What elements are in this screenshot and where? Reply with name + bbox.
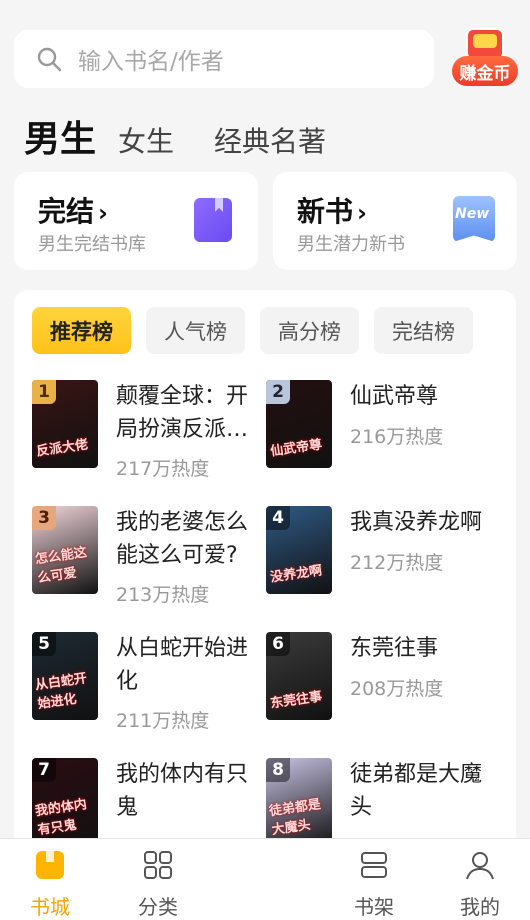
book-cover: 东莞往事 6 <box>266 632 332 720</box>
heat-count: 211万热度 <box>116 710 210 732</box>
book-item[interactable]: 徒弟都是大魔头 8 徒弟都是大魔头 <box>266 758 506 850</box>
bookshelf-icon <box>361 852 387 878</box>
rank-badge: 8 <box>266 758 290 782</box>
tab-female[interactable]: 女生 <box>118 120 174 160</box>
rank-badge: 5 <box>32 632 56 656</box>
cover-title-art: 仙武帝尊 <box>269 437 324 460</box>
cover-title-art: 没养龙啊 <box>269 563 324 586</box>
tab-top-rated-rank[interactable]: 高分榜 <box>260 307 359 354</box>
book-cover: 怎么能这么可爱 3 <box>32 506 98 594</box>
cover-title-art: 从白蛇开始进化 <box>34 671 88 713</box>
heat-count: 213万热度 <box>116 584 210 606</box>
book-item[interactable]: 从白蛇开始进化 5 从白蛇开始进化 211万热度 <box>32 632 272 732</box>
book-cover: 反派大佬 1 <box>32 380 98 468</box>
nav-label: 分类 <box>138 895 178 919</box>
nav-label: 我的 <box>460 895 500 919</box>
rank-badge: 3 <box>32 506 56 530</box>
earn-coins-button[interactable]: 赚金币 <box>450 26 520 92</box>
cover-title-art: 我的体内有只鬼 <box>34 797 88 839</box>
new-books-card[interactable]: 新书 › 男生潜力新书 New <box>273 172 517 270</box>
book-title: 仙武帝尊 <box>350 384 439 409</box>
heat-count: 216万热度 <box>350 426 444 448</box>
rank-badge: 4 <box>266 506 290 530</box>
search-icon <box>37 47 62 72</box>
nav-label: 书架 <box>354 895 394 919</box>
book-item[interactable]: 没养龙啊 4 我真没养龙啊 212万热度 <box>266 506 506 606</box>
search-input[interactable]: 输入书名/作者 <box>78 42 224 76</box>
book-icon <box>194 198 232 242</box>
heat-count: 217万热度 <box>116 458 210 480</box>
profile-icon <box>466 852 494 880</box>
heat-count: 212万热度 <box>350 552 444 574</box>
card-title: 新书 <box>297 195 354 228</box>
card-title: 完结 <box>38 195 95 228</box>
rank-badge: 7 <box>32 758 56 782</box>
chevron-right-icon: › <box>98 199 108 227</box>
book-cover: 仙武帝尊 2 <box>266 380 332 468</box>
book-cover: 从白蛇开始进化 5 <box>32 632 98 720</box>
cover-title-art: 反派大佬 <box>35 437 90 460</box>
tab-classics[interactable]: 经典名著 <box>214 120 326 160</box>
nav-profile[interactable]: 我的 <box>440 839 520 920</box>
bottom-nav: 书城 分类 书架 我的 <box>0 838 530 920</box>
search-bar[interactable]: 输入书名/作者 <box>14 30 434 88</box>
rank-badge: 1 <box>32 380 56 404</box>
completed-books-card[interactable]: 完结 › 男生完结书库 <box>14 172 258 270</box>
tab-male[interactable]: 男生 <box>24 110 96 162</box>
book-item[interactable]: 反派大佬 1 颠覆全球：开局扮演反派… 217万热度 <box>32 380 272 480</box>
book-item[interactable]: 东莞往事 6 东莞往事 208万热度 <box>266 632 506 732</box>
earn-coins-label: 赚金币 <box>452 56 518 86</box>
book-item[interactable]: 仙武帝尊 2 仙武帝尊 216万热度 <box>266 380 506 480</box>
book-cover: 没养龙啊 4 <box>266 506 332 594</box>
rank-badge: 2 <box>266 380 290 404</box>
card-subtitle: 男生潜力新书 <box>297 234 405 255</box>
nav-category[interactable]: 分类 <box>118 839 198 920</box>
tab-popular-rank[interactable]: 人气榜 <box>146 307 245 354</box>
book-title: 徒弟都是大魔头 <box>350 762 483 820</box>
book-title: 我真没养龙啊 <box>350 510 483 535</box>
chevron-right-icon: › <box>357 199 367 227</box>
cover-title-art: 怎么能这么可爱 <box>34 545 88 587</box>
book-title: 颠覆全球：开局扮演反派… <box>116 384 249 442</box>
tab-recommend-rank[interactable]: 推荐榜 <box>32 307 131 354</box>
book-item[interactable]: 我的体内有只鬼 7 我的体内有只鬼 <box>32 758 272 850</box>
book-title: 东莞往事 <box>350 636 439 661</box>
book-title: 从白蛇开始进化 <box>116 636 249 694</box>
nav-label: 书城 <box>30 895 70 919</box>
heat-count: 208万热度 <box>350 678 444 700</box>
book-title: 我的老婆怎么能这么可爱? <box>116 510 249 568</box>
book-cover: 我的体内有只鬼 7 <box>32 758 98 846</box>
nav-bookstore[interactable]: 书城 <box>10 839 90 920</box>
book-cover: 徒弟都是大魔头 8 <box>266 758 332 846</box>
card-subtitle: 男生完结书库 <box>38 234 146 255</box>
bookstore-icon <box>36 851 64 879</box>
cover-title-art: 东莞往事 <box>269 689 324 712</box>
ranking-panel: 推荐榜 人气榜 高分榜 完结榜 反派大佬 1 颠覆全球：开局扮演反派… 217万热度 仙… <box>14 290 516 850</box>
new-badge-label: New <box>455 206 490 222</box>
book-item[interactable]: 怎么能这么可爱 3 我的老婆怎么能这么可爱? 213万热度 <box>32 506 272 606</box>
nav-bookshelf[interactable]: 书架 <box>334 839 414 920</box>
book-title: 我的体内有只鬼 <box>116 762 249 820</box>
cover-title-art: 徒弟都是大魔头 <box>268 797 322 839</box>
new-badge-icon: New <box>453 196 495 242</box>
category-grid-icon <box>144 851 172 879</box>
rank-badge: 6 <box>266 632 290 656</box>
tab-completed-rank[interactable]: 完结榜 <box>374 307 473 354</box>
